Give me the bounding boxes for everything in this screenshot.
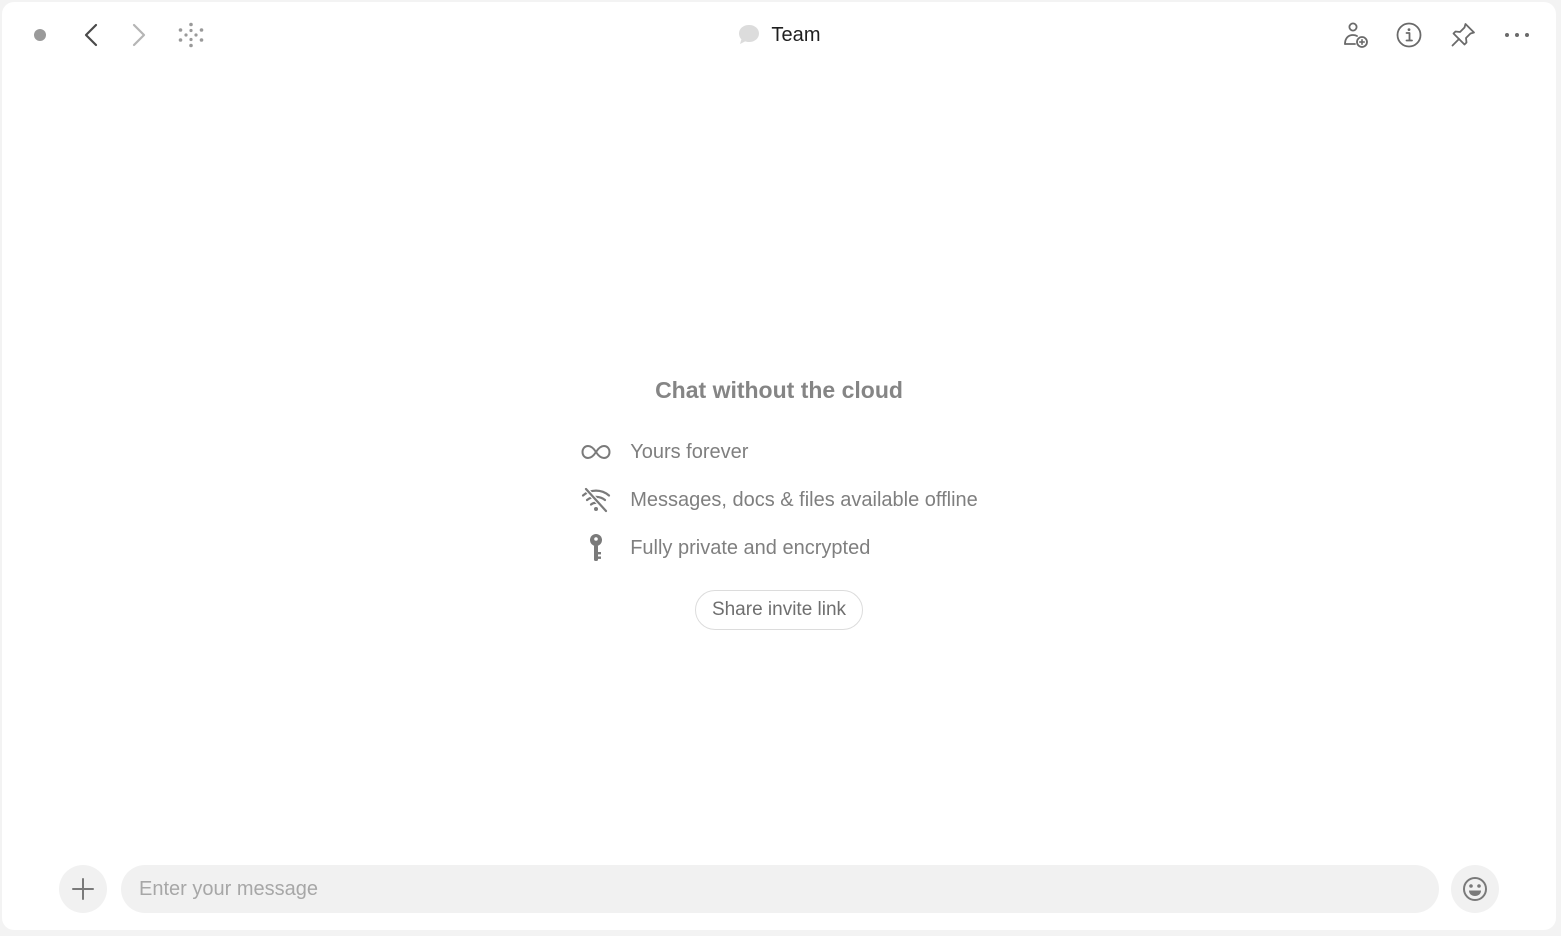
feature-list: Yours forever Messages, docs & files ava… [580, 428, 978, 572]
empty-state: Chat without the cloud Yours forever Mes… [2, 370, 1556, 630]
emoji-button[interactable] [1451, 865, 1499, 913]
wifi-off-icon [580, 484, 612, 516]
message-composer [59, 864, 1501, 914]
feature-text: Fully private and encrypted [630, 536, 871, 559]
add-member-icon [1344, 22, 1368, 48]
more-button[interactable] [1499, 16, 1535, 54]
info-button[interactable] [1391, 16, 1427, 54]
more-horizontal-icon [1505, 33, 1529, 37]
emoji-icon [1463, 877, 1487, 901]
chat-title-text: Team [771, 23, 821, 46]
top-bar: Team [2, 2, 1556, 68]
message-input[interactable] [121, 865, 1439, 913]
share-invite-link-button[interactable]: Share invite link [694, 590, 864, 630]
plus-icon [72, 878, 94, 900]
add-attachment-button[interactable] [59, 865, 107, 913]
feature-item: Yours forever [580, 428, 978, 476]
feature-text: Yours forever [630, 440, 749, 463]
chat-bubble-icon [739, 25, 760, 44]
feature-text: Messages, docs & files available offline [630, 488, 978, 511]
info-icon [1396, 22, 1422, 48]
pin-icon [1451, 23, 1475, 47]
feature-item: Fully private and encrypted [580, 524, 978, 572]
infinity-icon [580, 436, 612, 468]
add-member-button[interactable] [1338, 16, 1374, 54]
feature-item: Messages, docs & files available offline [580, 476, 978, 524]
chat-window: Team Chat without the cloud Yours foreve… [2, 2, 1556, 930]
chat-title: Team [2, 16, 1556, 54]
key-icon [580, 532, 612, 564]
pin-button[interactable] [1445, 16, 1481, 54]
empty-state-title: Chat without the cloud [655, 377, 903, 403]
